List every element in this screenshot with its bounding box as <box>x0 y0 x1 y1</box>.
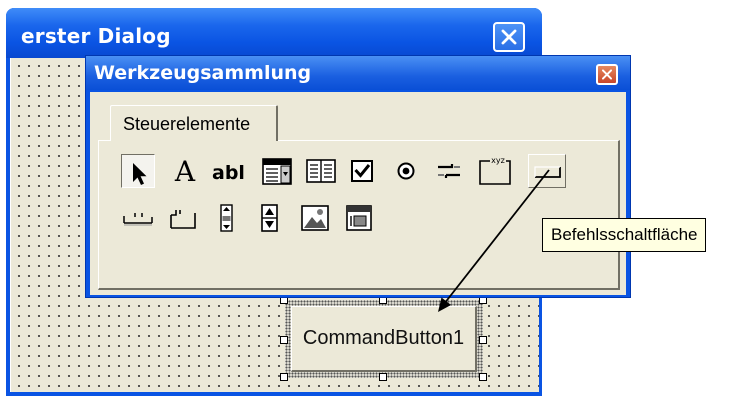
tabstrip-icon <box>123 213 153 226</box>
multipage-icon <box>170 210 196 229</box>
command-button-1[interactable]: CommandButton1 <box>291 306 477 372</box>
label-tool[interactable]: A <box>168 154 202 188</box>
toolbox-window: Werkzeugsammlung Steuerelemente A abl xy… <box>85 55 631 298</box>
combobox-icon <box>262 158 292 185</box>
close-icon <box>601 69 613 80</box>
resize-handle-middle-right[interactable] <box>479 336 487 344</box>
optionbutton-icon <box>397 162 415 180</box>
toolbox-body: Steuerelemente A abl xyz <box>90 92 626 295</box>
userform-close-button[interactable] <box>493 22 525 52</box>
commandbutton-icon <box>534 166 561 178</box>
frame-glyph: xyz <box>491 156 505 165</box>
refedit-icon <box>346 205 372 231</box>
userform-title: erster Dialog <box>21 24 171 48</box>
toolbox-titlebar[interactable]: Werkzeugsammlung <box>86 56 630 90</box>
listbox-tool[interactable] <box>304 154 338 188</box>
toolbox-close-button[interactable] <box>596 64 618 85</box>
scrollbar-tool[interactable] <box>210 201 244 235</box>
spinbutton-tool[interactable] <box>253 201 287 235</box>
image-tool[interactable] <box>298 201 332 235</box>
checkbox-tool[interactable] <box>346 154 380 188</box>
tab-label: Steuerelemente <box>123 114 251 134</box>
frame-icon: xyz <box>479 156 511 185</box>
label-icon: A <box>174 155 196 188</box>
tabstrip-tool[interactable] <box>121 201 155 235</box>
togglebutton-tool[interactable] <box>432 154 466 188</box>
optionbutton-tool[interactable] <box>390 154 424 188</box>
textbox-icon: abl <box>212 162 245 184</box>
refedit-tool[interactable] <box>342 201 376 235</box>
resize-handle-bottom-left[interactable] <box>280 373 288 381</box>
userform-titlebar[interactable]: erster Dialog <box>6 8 542 58</box>
spinbutton-icon <box>261 204 278 232</box>
listbox-icon <box>306 159 336 183</box>
tab-steuerelemente[interactable]: Steuerelemente <box>110 105 278 141</box>
toolbox-title: Werkzeugsammlung <box>94 62 312 84</box>
textbox-glyph: abl <box>212 162 245 184</box>
checkbox-icon <box>351 160 373 182</box>
image-icon <box>301 205 329 231</box>
commandbutton-tool[interactable] <box>528 154 566 188</box>
pointer-icon <box>133 163 147 185</box>
frame-tool[interactable]: xyz <box>476 154 516 188</box>
togglebutton-icon <box>438 164 460 178</box>
resize-handle-middle-left[interactable] <box>280 336 288 344</box>
pointer-tool[interactable] <box>121 154 155 188</box>
resize-handle-bottom-right[interactable] <box>479 373 487 381</box>
textbox-tool[interactable]: abl <box>210 154 250 188</box>
close-icon <box>501 29 517 45</box>
scrollbar-icon <box>220 204 233 232</box>
label-glyph: A <box>174 155 196 188</box>
combobox-tool[interactable] <box>260 154 294 188</box>
tooltip-befehlsschaltflaeche: Befehlsschaltfläche <box>542 218 707 252</box>
resize-handle-bottom-center[interactable] <box>379 373 387 381</box>
multipage-tool[interactable] <box>166 201 200 235</box>
